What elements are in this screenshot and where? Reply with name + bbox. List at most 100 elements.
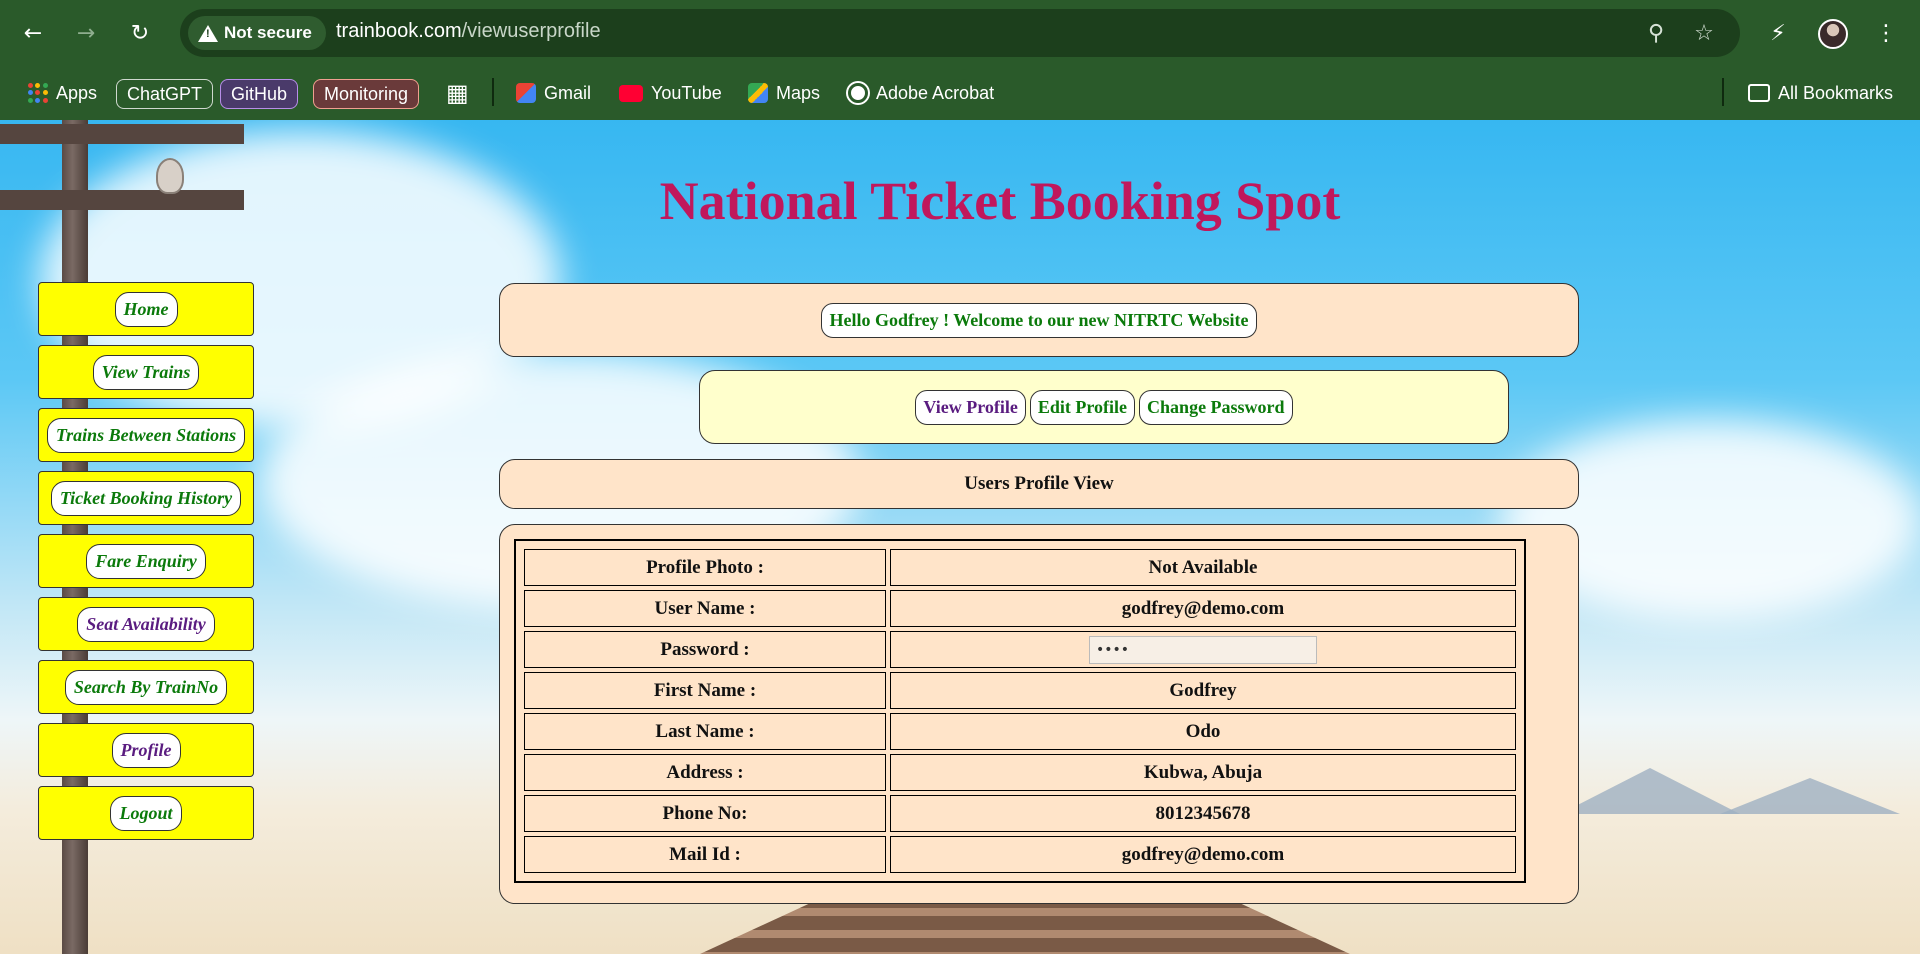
table-row: Mail Id : godfrey@demo.com	[524, 836, 1516, 873]
bookmark-gmail[interactable]: Gmail	[516, 79, 591, 107]
welcome-message: Hello Godfrey ! Welcome to our new NITRT…	[821, 302, 1257, 338]
bookmark-apps[interactable]: Apps	[28, 79, 97, 107]
password-field[interactable]	[1089, 635, 1317, 664]
telegraph-crossbar	[0, 124, 244, 144]
sidebar-item-fare-enquiry[interactable]: Fare Enquiry	[38, 534, 254, 588]
sidebar-item-label[interactable]: Seat Availability	[77, 606, 215, 642]
youtube-icon	[619, 84, 643, 102]
row-value: godfrey@demo.com	[890, 590, 1516, 627]
table-row: Address : Kubwa, Abuja	[524, 754, 1516, 791]
bookmark-maps[interactable]: Maps	[748, 79, 820, 107]
security-label: Not secure	[224, 23, 312, 42]
row-label: Last Name :	[524, 713, 886, 750]
sidebar-item-label[interactable]: Trains Between Stations	[46, 417, 246, 453]
background-mountain	[1560, 768, 1740, 814]
url-path: /viewuserprofile	[461, 20, 601, 42]
profile-heading: Users Profile View	[964, 473, 1114, 494]
bookmark-adobe-label: Adobe Acrobat	[876, 82, 995, 103]
sidebar-item-ticket-booking-history[interactable]: Ticket Booking History	[38, 471, 254, 525]
sidebar-item-label[interactable]: Search By TrainNo	[64, 669, 228, 705]
bookmark-github[interactable]: GitHub	[220, 79, 299, 109]
folder-icon	[1748, 84, 1770, 102]
table-row: Password :	[524, 631, 1516, 668]
sidebar-item-profile[interactable]: Profile	[38, 723, 254, 777]
bookmark-gmail-label: Gmail	[544, 82, 592, 103]
page-viewport: National Ticket Booking Spot Home View T…	[0, 120, 1920, 954]
url-host: trainbook.com	[336, 20, 462, 42]
bookmark-youtube[interactable]: YouTube	[619, 79, 722, 107]
table-row: Last Name : Odo	[524, 713, 1516, 750]
bookmark-monitoring[interactable]: Monitoring	[313, 79, 420, 109]
url-text[interactable]: trainbook.com/viewuserprofile	[336, 20, 601, 43]
tab-groups-icon[interactable]: ▦	[446, 79, 469, 107]
globe-icon	[848, 83, 868, 103]
star-icon[interactable]: ☆	[1690, 19, 1718, 47]
row-value-password	[890, 631, 1516, 668]
back-arrow-icon[interactable]: ←	[15, 15, 51, 51]
all-bookmarks-label: All Bookmarks	[1778, 82, 1894, 103]
security-chip[interactable]: Not secure	[188, 16, 326, 50]
table-row: User Name : godfrey@demo.com	[524, 590, 1516, 627]
zoom-icon[interactable]: ⚲	[1642, 19, 1670, 47]
table-row: First Name : Godfrey	[524, 672, 1516, 709]
sidebar-item-label[interactable]: Fare Enquiry	[86, 543, 206, 579]
sidebar-item-seat-availability[interactable]: Seat Availability	[38, 597, 254, 651]
tab-view-profile[interactable]: View Profile	[915, 389, 1026, 425]
row-value: Kubwa, Abuja	[890, 754, 1516, 791]
profile-avatar[interactable]	[1818, 19, 1848, 49]
sidebar-item-label[interactable]: Home	[114, 291, 178, 327]
telegraph-insulator	[156, 158, 184, 194]
forward-arrow-icon[interactable]: →	[68, 15, 104, 51]
welcome-panel: Hello Godfrey ! Welcome to our new NITRT…	[499, 283, 1579, 357]
profile-table: Profile Photo : Not Available User Name …	[514, 539, 1526, 883]
row-label: User Name :	[524, 590, 886, 627]
row-label: Phone No:	[524, 795, 886, 832]
warning-icon	[198, 24, 218, 42]
kebab-menu-icon[interactable]: ⋮	[1868, 15, 1904, 51]
sidebar-item-search-by-trainno[interactable]: Search By TrainNo	[38, 660, 254, 714]
row-label: Profile Photo :	[524, 549, 886, 586]
bookmark-all-bookmarks[interactable]: All Bookmarks	[1748, 79, 1893, 107]
apps-grid-icon	[28, 83, 48, 103]
profile-tabs-panel: View Profile Edit Profile Change Passwor…	[699, 370, 1509, 444]
table-row: Profile Photo : Not Available	[524, 549, 1516, 586]
performance-icon[interactable]: ⚡	[1760, 15, 1796, 51]
bookmark-separator	[1722, 78, 1724, 106]
browser-toolbar: ← → ↻ Not secure trainbook.com/viewuserp…	[0, 0, 1920, 66]
sidebar-item-trains-between-stations[interactable]: Trains Between Stations	[38, 408, 254, 462]
tab-change-password[interactable]: Change Password	[1139, 389, 1293, 425]
tab-edit-profile[interactable]: Edit Profile	[1029, 389, 1136, 425]
sidebar-item-label[interactable]: Ticket Booking History	[50, 480, 242, 516]
bookmarks-bar: Apps ChatGPT GitHub Monitoring ▦ Gmail Y…	[0, 66, 1920, 120]
row-label: Mail Id :	[524, 836, 886, 873]
row-value: 8012345678	[890, 795, 1516, 832]
telegraph-crossbar	[0, 190, 244, 210]
table-row: Phone No: 8012345678	[524, 795, 1516, 832]
sidebar-item-logout[interactable]: Logout	[38, 786, 254, 840]
bookmark-separator	[492, 78, 494, 106]
profile-table-panel: Profile Photo : Not Available User Name …	[499, 524, 1579, 904]
bookmark-adobe-acrobat[interactable]: Adobe Acrobat	[848, 79, 994, 107]
sidebar-item-label[interactable]: View Trains	[92, 354, 200, 390]
reload-icon[interactable]: ↻	[122, 15, 158, 51]
sidebar-item-home[interactable]: Home	[38, 282, 254, 336]
row-label: Address :	[524, 754, 886, 791]
sidebar-item-label[interactable]: Profile	[111, 732, 181, 768]
row-value: Odo	[890, 713, 1516, 750]
row-label: First Name :	[524, 672, 886, 709]
row-value: godfrey@demo.com	[890, 836, 1516, 873]
maps-icon	[748, 83, 768, 103]
row-label: Password :	[524, 631, 886, 668]
bookmark-chatgpt[interactable]: ChatGPT	[116, 79, 214, 109]
sidebar-item-label[interactable]: Logout	[110, 795, 182, 831]
site-title: National Ticket Booking Spot	[659, 171, 1341, 231]
row-value: Godfrey	[890, 672, 1516, 709]
bookmark-apps-label: Apps	[56, 82, 98, 103]
gmail-icon	[516, 83, 536, 103]
row-value: Not Available	[890, 549, 1516, 586]
background-mountain	[1720, 778, 1900, 814]
bookmark-youtube-label: YouTube	[651, 82, 722, 103]
browser-chrome: ← → ↻ Not secure trainbook.com/viewuserp…	[0, 0, 1920, 120]
address-bar[interactable]: Not secure trainbook.com/viewuserprofile…	[180, 9, 1740, 57]
sidebar-item-view-trains[interactable]: View Trains	[38, 345, 254, 399]
